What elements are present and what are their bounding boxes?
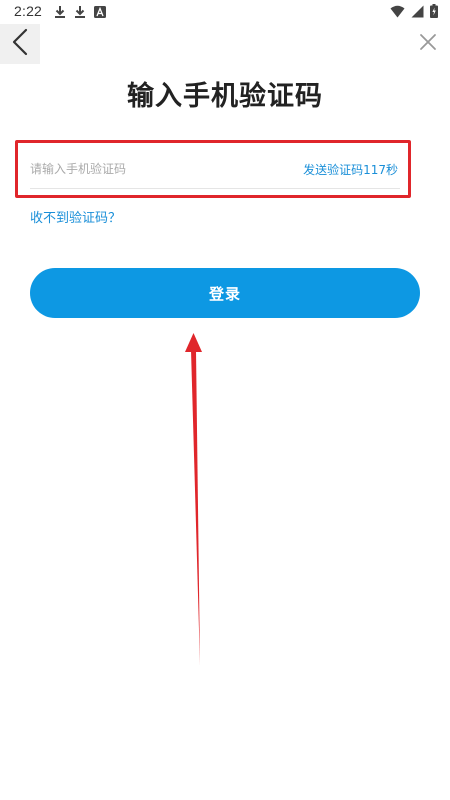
input-underline	[30, 188, 400, 189]
arrow-head	[185, 333, 202, 352]
status-time: 2:22	[14, 3, 43, 19]
chevron-left-icon	[11, 28, 29, 60]
login-button[interactable]: 登录	[30, 268, 420, 318]
system-icons	[390, 4, 438, 18]
battery-charging-icon	[430, 4, 438, 18]
download-icon	[74, 5, 86, 19]
annotation-arrow	[185, 333, 202, 665]
download-icon	[54, 5, 66, 19]
arrow-shaft	[191, 350, 200, 665]
back-button[interactable]	[0, 24, 40, 64]
status-bar: 2:22	[0, 0, 450, 24]
close-icon	[419, 33, 437, 55]
code-not-received-link[interactable]: 收不到验证码？	[30, 207, 121, 226]
verification-code-input[interactable]	[30, 151, 290, 187]
resend-code-countdown[interactable]: 发送验证码117秒	[303, 161, 398, 178]
close-button[interactable]	[416, 32, 440, 56]
signal-icon	[411, 5, 424, 18]
font-app-icon	[94, 6, 106, 18]
wifi-icon	[390, 5, 405, 18]
verification-screen: 2:22 输入手机验证码 请输入手机验证码 发送验证码117秒 收不到验证码？ …	[0, 0, 450, 800]
page-title: 输入手机验证码	[127, 81, 323, 112]
verification-code-row: 发送验证码117秒	[15, 140, 411, 198]
notification-icons	[54, 5, 106, 19]
